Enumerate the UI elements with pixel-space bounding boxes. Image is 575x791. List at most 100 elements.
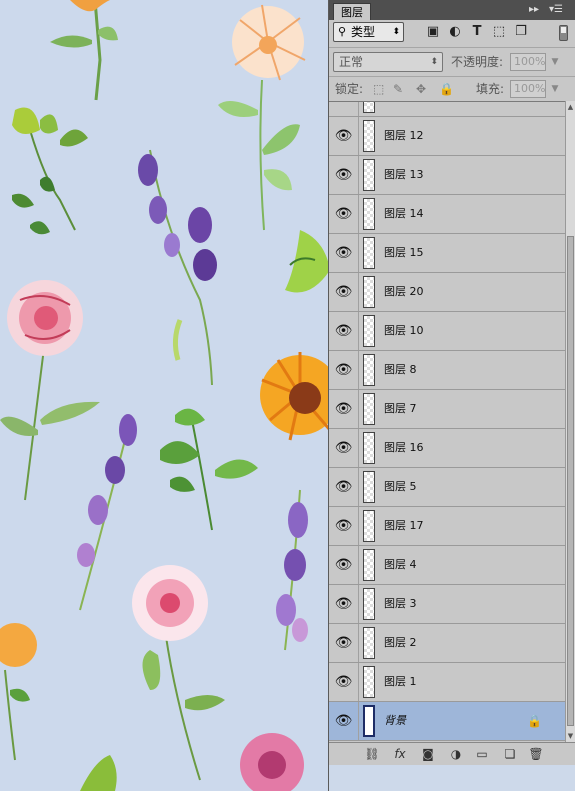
- visibility-eye-icon[interactable]: 👁: [329, 702, 358, 740]
- visibility-eye-icon[interactable]: 👁: [329, 390, 358, 428]
- layer-name[interactable]: 图层 20: [384, 273, 424, 311]
- layer-name[interactable]: 图层 8: [384, 351, 417, 389]
- layer-name[interactable]: 图层 14: [384, 195, 424, 233]
- visibility-eye-icon[interactable]: 👁: [329, 468, 358, 506]
- layer-row[interactable]: 👁 图层 16: [329, 429, 565, 468]
- layer-thumbnail: [363, 276, 375, 308]
- layer-name[interactable]: 图层 7: [384, 390, 417, 428]
- opacity-label: 不透明度:: [451, 55, 504, 69]
- layer-name[interactable]: 图层 15: [384, 234, 424, 272]
- lock-all-icon[interactable]: 🔒: [439, 80, 454, 98]
- visibility-eye-icon[interactable]: 👁: [329, 546, 358, 584]
- fill-dropdown-icon[interactable]: ▼: [547, 80, 563, 98]
- layer-row[interactable]: 👁 图层 10: [329, 312, 565, 351]
- visibility-eye-icon[interactable]: 👁: [329, 234, 358, 272]
- visibility-eye-icon[interactable]: 👁: [329, 312, 358, 350]
- visibility-eye-icon[interactable]: 👁: [329, 624, 358, 662]
- layer-thumbnail: [363, 705, 375, 737]
- layer-row[interactable]: 👁 图层 5: [329, 468, 565, 507]
- panel-menu-icon[interactable]: ▾☰: [549, 3, 563, 17]
- lock-transparent-pixels-icon[interactable]: ⬚: [373, 80, 384, 98]
- layer-list-scrollbar[interactable]: ▲ ▼: [565, 101, 575, 742]
- layers-panel: 图层 ▸▸ ▾☰ ⚲ 类型 ⬍ ▣ ◐ T ⬚ ❐ 正常 ⬍ 不透明度: 100…: [328, 0, 575, 791]
- adjustment-layer-icon[interactable]: ◑: [447, 745, 465, 763]
- document-canvas[interactable]: [0, 0, 330, 791]
- opacity-dropdown-icon[interactable]: ▼: [547, 53, 563, 71]
- layer-name[interactable]: 图层 13: [384, 156, 424, 194]
- layer-row[interactable]: 👁 图层 20: [329, 273, 565, 312]
- divider: [329, 47, 575, 48]
- blend-mode-select[interactable]: 正常 ⬍: [333, 52, 443, 72]
- visibility-eye-icon[interactable]: 👁: [329, 351, 358, 389]
- layer-name[interactable]: 图层 1: [384, 663, 417, 701]
- divider: [358, 117, 359, 155]
- smart-object-filter-icon[interactable]: ❐: [513, 24, 529, 40]
- layer-name[interactable]: 背景: [384, 702, 406, 740]
- add-mask-icon[interactable]: ◙: [419, 745, 437, 763]
- new-group-icon[interactable]: ▭: [473, 745, 491, 763]
- lock-image-pixels-icon[interactable]: ✎: [393, 80, 403, 98]
- tab-layers[interactable]: 图层: [333, 3, 371, 20]
- layer-name[interactable]: 图层 5: [384, 468, 417, 506]
- divider: [358, 702, 359, 740]
- layer-row[interactable]: 👁 图层 12: [329, 117, 565, 156]
- layer-thumbnail: [363, 354, 375, 386]
- shape-filter-icon[interactable]: ⬚: [491, 24, 507, 40]
- lock-position-icon[interactable]: ✥: [416, 80, 426, 98]
- lavender-sprig-1: [138, 149, 217, 386]
- layer-list: 👁 👁 图层 12 👁 图层 13 👁 图层 14 👁 图层 15 👁 图层 20 👁 图层 10 👁 图…: [329, 101, 565, 743]
- layer-name[interactable]: 图层 4: [384, 546, 417, 584]
- visibility-eye-icon[interactable]: 👁: [329, 117, 358, 155]
- layer-row[interactable]: 👁 图层 8: [329, 351, 565, 390]
- visibility-eye-icon[interactable]: 👁: [329, 102, 358, 116]
- layer-row[interactable]: 👁 图层 2: [329, 624, 565, 663]
- layer-row[interactable]: 👁 图层 7: [329, 390, 565, 429]
- opacity-input[interactable]: 100%: [510, 53, 546, 71]
- visibility-eye-icon[interactable]: 👁: [329, 429, 358, 467]
- adjustment-filter-icon[interactable]: ◐: [447, 24, 463, 40]
- type-filter-icon[interactable]: T: [469, 24, 485, 40]
- fx-icon[interactable]: fx: [391, 745, 409, 763]
- layer-row[interactable]: 👁 图层 14: [329, 195, 565, 234]
- filter-kind-select[interactable]: ⚲ 类型 ⬍: [333, 22, 404, 42]
- divider: [358, 102, 359, 116]
- layer-row[interactable]: 👁 图层 13: [329, 156, 565, 195]
- layer-row[interactable]: 👁 图层 15: [329, 234, 565, 273]
- layer-row-background[interactable]: 👁 背景 🔒: [329, 702, 565, 741]
- layer-row[interactable]: 👁 图层 3: [329, 585, 565, 624]
- filter-toggle-switch[interactable]: [559, 25, 568, 41]
- green-butterfly: [285, 230, 330, 293]
- layer-name[interactable]: 图层 17: [384, 507, 424, 545]
- link-layers-icon[interactable]: ⛓: [363, 745, 381, 763]
- collapse-panel-icon[interactable]: ▸▸: [529, 3, 539, 17]
- divider: [358, 234, 359, 272]
- layer-name[interactable]: 图层 12: [384, 117, 424, 155]
- divider: [358, 156, 359, 194]
- visibility-eye-icon[interactable]: 👁: [329, 156, 358, 194]
- image-filter-icon[interactable]: ▣: [425, 24, 441, 40]
- visibility-eye-icon[interactable]: 👁: [329, 663, 358, 701]
- visibility-eye-icon[interactable]: 👁: [329, 195, 358, 233]
- layer-row[interactable]: 👁 图层 17: [329, 507, 565, 546]
- layer-name[interactable]: 图层 10: [384, 312, 424, 350]
- layer-name[interactable]: 图层 16: [384, 429, 424, 467]
- visibility-eye-icon[interactable]: 👁: [329, 507, 358, 545]
- divider: [358, 273, 359, 311]
- visibility-eye-icon[interactable]: 👁: [329, 585, 358, 623]
- delete-layer-icon[interactable]: 🗑: [527, 745, 545, 763]
- scroll-up-icon[interactable]: ▲: [566, 103, 575, 111]
- pink-peony-center: [132, 565, 225, 781]
- layer-thumbnail: [363, 102, 375, 113]
- layer-row[interactable]: 👁 图层 4: [329, 546, 565, 585]
- visibility-eye-icon[interactable]: 👁: [329, 273, 358, 311]
- layer-name[interactable]: 图层 2: [384, 624, 417, 662]
- new-layer-icon[interactable]: ❏: [501, 745, 519, 763]
- scrollbar-thumb[interactable]: [567, 236, 574, 726]
- scroll-down-icon[interactable]: ▼: [566, 732, 575, 740]
- layer-row-partial[interactable]: 👁: [329, 102, 565, 117]
- fill-input[interactable]: 100%: [510, 80, 546, 98]
- peach-cosmos-flower: [218, 4, 306, 231]
- layer-row[interactable]: 👁 图层 1: [329, 663, 565, 702]
- layer-name[interactable]: 图层 3: [384, 585, 417, 623]
- layer-thumbnail: [363, 159, 375, 191]
